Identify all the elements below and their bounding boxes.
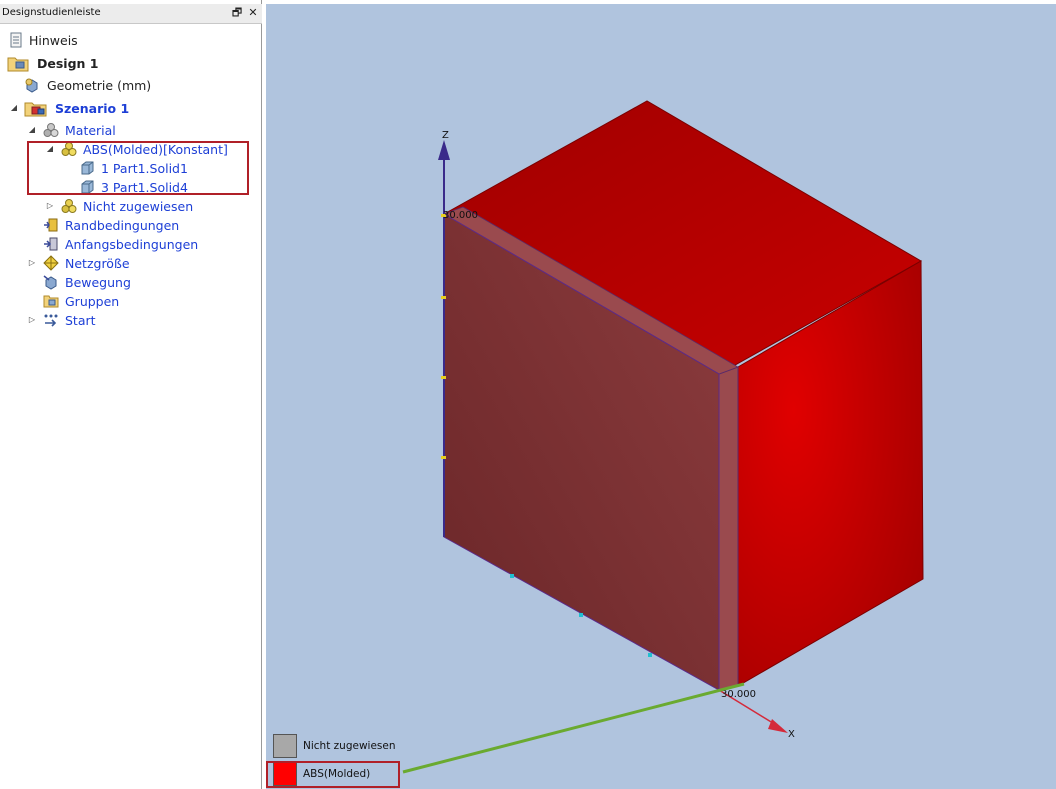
run-icon <box>44 314 58 327</box>
x-axis-tick <box>648 653 652 657</box>
x-axis-label: X <box>788 729 795 740</box>
expand-arrow-icon[interactable]: ▷ <box>27 258 37 268</box>
solid-thin-slab-face[interactable] <box>718 366 739 691</box>
tree-label-start: Start <box>65 313 96 328</box>
tree-label-anfangsbedingungen: Anfangsbedingungen <box>65 237 199 252</box>
note-icon <box>10 32 22 48</box>
boundary-conditions-icon <box>44 218 58 232</box>
motion-icon <box>43 275 57 290</box>
legend-highlight-box <box>266 761 400 788</box>
panel-title: Designstudienleiste <box>2 7 101 18</box>
z-axis-label: Z <box>442 130 449 141</box>
tree-label-material: Material <box>65 123 116 138</box>
mesh-size-icon <box>43 255 59 271</box>
z-axis-arrow-icon <box>438 140 450 160</box>
material-icon <box>43 123 59 137</box>
tree-highlight-box <box>27 141 249 195</box>
z-axis-tick <box>441 376 446 379</box>
3d-viewport[interactable]: Z X 30.000 30.000 <box>266 4 1056 789</box>
tree-label-netzgroesse: Netzgröße <box>65 256 130 271</box>
restore-window-icon[interactable]: 🗗 <box>230 6 244 20</box>
expand-arrow-icon[interactable]: ▷ <box>45 201 55 211</box>
collapse-arrow-icon[interactable]: ◢ <box>27 125 37 135</box>
design-study-panel: Designstudienleiste 🗗 ✕ Hinweis Design 1 <box>0 0 262 789</box>
scenario-icon <box>24 102 47 117</box>
tree-label-hinweis: Hinweis <box>29 33 78 48</box>
tree-label-bewegung: Bewegung <box>65 275 131 290</box>
expand-arrow-icon[interactable]: ▷ <box>27 315 37 325</box>
z-axis-tick <box>441 296 446 299</box>
legend-label: Nicht zugewiesen <box>303 740 396 752</box>
tree-label-gruppen: Gruppen <box>65 294 120 309</box>
design-folder-icon <box>7 57 29 72</box>
tree-label-szenario: Szenario 1 <box>55 101 130 116</box>
dimension-label-bottom: 30.000 <box>721 689 756 700</box>
callout-line <box>402 682 745 774</box>
tree-label-randbedingungen: Randbedingungen <box>65 218 180 233</box>
groups-icon <box>43 295 59 308</box>
collapse-arrow-icon[interactable]: ◢ <box>9 103 19 113</box>
geometry-icon <box>25 78 38 93</box>
x-axis-tick <box>579 613 583 617</box>
legend-swatch <box>273 734 297 758</box>
dimension-label-top: 30.000 <box>443 210 478 221</box>
tree-label-geometrie: Geometrie (mm) <box>47 78 152 93</box>
tree-label-nicht-zugewiesen: Nicht zugewiesen <box>83 199 194 214</box>
model-canvas[interactable]: Z X 30.000 30.000 <box>266 4 1056 789</box>
x-axis-tick <box>510 574 514 578</box>
close-icon[interactable]: ✕ <box>246 6 260 20</box>
tree-label-design: Design 1 <box>37 56 99 71</box>
z-axis-tick <box>441 456 446 459</box>
panel-header: Designstudienleiste 🗗 ✕ <box>0 4 262 24</box>
material-icon <box>61 199 77 213</box>
initial-conditions-icon <box>44 237 58 251</box>
